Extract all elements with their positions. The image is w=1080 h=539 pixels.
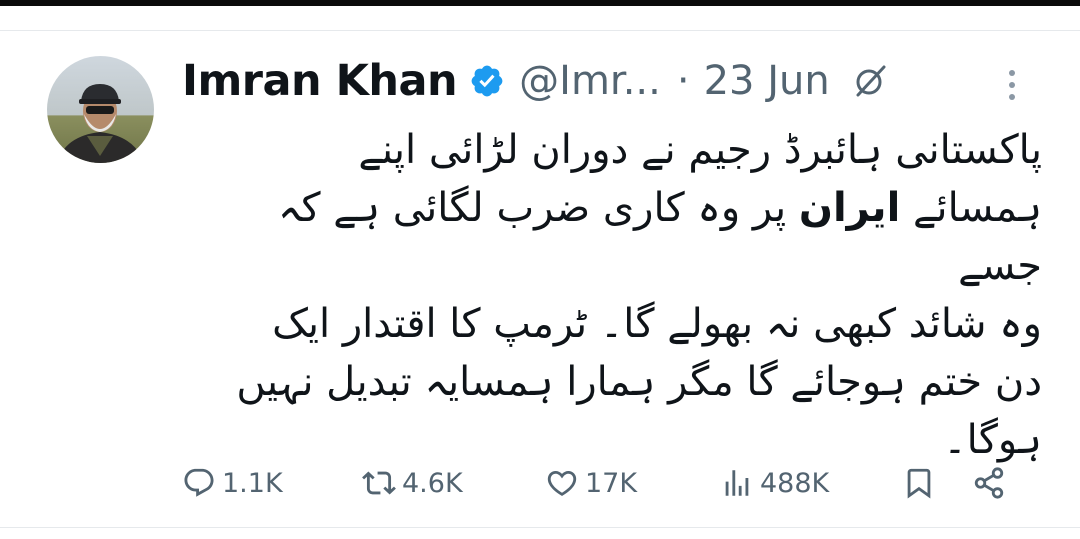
like-count: 17K bbox=[585, 467, 638, 499]
views-button[interactable]: 488K bbox=[720, 461, 829, 505]
avatar[interactable] bbox=[47, 56, 154, 163]
reply-button[interactable]: 1.1K bbox=[182, 461, 283, 505]
views-chart-icon bbox=[725, 470, 749, 496]
share-button[interactable] bbox=[972, 461, 1006, 505]
view-count: 488K bbox=[760, 467, 830, 499]
tweet-text: پاکستانی ہائبرڈ رجیم نے دوران لڑائی اپنے… bbox=[182, 121, 1042, 469]
tweet-text-line: پاکستانی ہائبرڈ رجیم نے دوران لڑائی اپنے bbox=[358, 127, 1042, 173]
heart-icon bbox=[547, 470, 577, 496]
reply-icon bbox=[184, 468, 214, 497]
repost-count: 4.6K bbox=[402, 467, 463, 499]
author-handle[interactable]: @Imr... bbox=[519, 58, 661, 104]
like-button[interactable]: 17K bbox=[545, 461, 637, 505]
more-options-icon[interactable] bbox=[1002, 65, 1022, 105]
separator-dot: · bbox=[676, 58, 690, 104]
repost-icon bbox=[362, 471, 396, 495]
verified-badge-icon bbox=[469, 63, 505, 99]
top-edge-bar bbox=[0, 0, 1080, 6]
tweet-header: Imran Khan @Imr... · 23 Jun bbox=[182, 51, 888, 111]
author-name[interactable]: Imran Khan bbox=[182, 56, 458, 106]
tweet-text-line: وہ شائد کبھی نہ بھولے گا۔ ٹرمپ کا اقتدار… bbox=[272, 301, 1042, 347]
bookmark-icon bbox=[907, 468, 931, 499]
tweet-card[interactable]: Imran Khan @Imr... · 23 Jun پاکستانی ہائ… bbox=[0, 30, 1080, 528]
tweet-text-line: دن ختم ہوجائے گا مگر ہمارا ہمسایہ تبدیل … bbox=[236, 359, 1042, 405]
share-icon bbox=[974, 467, 1004, 499]
bookmark-button[interactable] bbox=[902, 461, 936, 505]
tweet-date[interactable]: 23 Jun bbox=[704, 58, 830, 104]
reply-count: 1.1K bbox=[222, 467, 283, 499]
grok-icon[interactable] bbox=[852, 63, 888, 99]
action-bar: 1.1K 4.6K 17K 488K bbox=[182, 461, 1022, 505]
tweet-text-span: ہمسائے bbox=[900, 185, 1042, 231]
tweet-text-bold: ایران bbox=[798, 185, 901, 231]
repost-button[interactable]: 4.6K bbox=[362, 461, 463, 505]
tweet-text-line: ہمسائے ایران پر وہ کاری ضرب لگائی ہے کہ … bbox=[182, 179, 1042, 295]
